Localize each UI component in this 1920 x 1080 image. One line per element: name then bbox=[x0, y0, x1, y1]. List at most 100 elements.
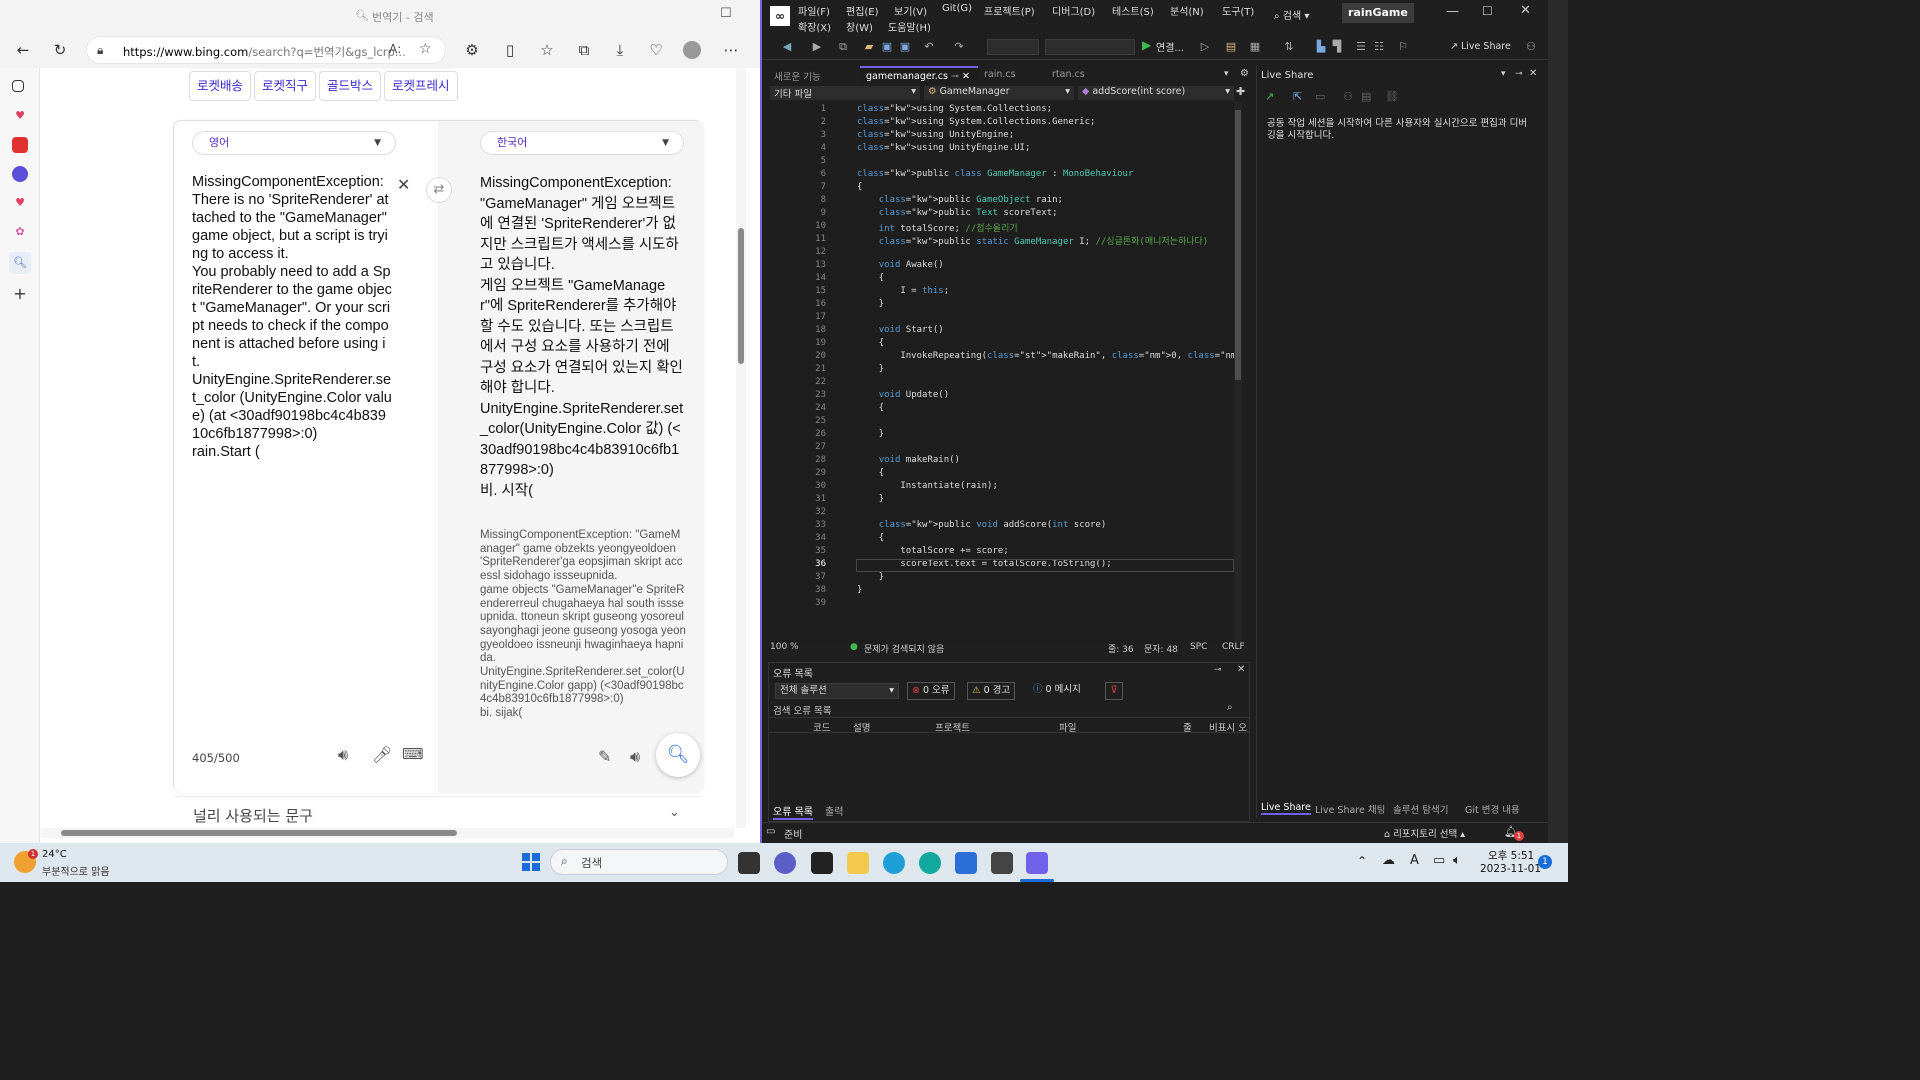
chevron-down-icon[interactable]: ⌄ bbox=[669, 805, 680, 820]
quick-link[interactable]: 골드박스 bbox=[319, 71, 382, 101]
vertical-scrollbar[interactable] bbox=[736, 68, 746, 828]
common-phrases-section[interactable]: 널리 사용되는 문구 ⌄ bbox=[173, 796, 703, 826]
code-editor[interactable]: 1 class="kw">using System.Collections; 2 cl… bbox=[768, 102, 1242, 642]
code-line[interactable]: { bbox=[857, 273, 884, 283]
share-icon[interactable]: ↗ bbox=[1265, 90, 1274, 103]
filter-icon[interactable]: ⊽ bbox=[1105, 682, 1123, 700]
toolbar-icon[interactable]: ☰ bbox=[1354, 40, 1368, 54]
favorite-star-icon[interactable]: ☆ bbox=[419, 41, 432, 57]
redo-icon[interactable]: ↷ bbox=[952, 40, 966, 54]
maximize-icon[interactable]: ☐ bbox=[720, 6, 732, 21]
menu-test[interactable]: 테스트(S) bbox=[1112, 3, 1154, 18]
microphone-icon[interactable]: 🎤︎ bbox=[372, 745, 392, 764]
link-icon[interactable]: ⛓ bbox=[1385, 90, 1399, 103]
app-icon[interactable] bbox=[919, 852, 941, 874]
code-line[interactable]: { bbox=[857, 182, 862, 192]
tab-whats-new[interactable]: 새로운 기능 bbox=[768, 66, 827, 84]
code-line[interactable]: class="kw">using UnityEngine.UI; bbox=[857, 143, 1030, 153]
bookmark-icon[interactable]: ⚐ bbox=[1396, 40, 1410, 54]
minimize-icon[interactable]: — bbox=[1446, 4, 1459, 19]
language-icon[interactable]: A bbox=[1410, 853, 1419, 868]
unity-icon[interactable] bbox=[991, 852, 1013, 874]
code-line[interactable]: void makeRain() bbox=[857, 455, 960, 465]
clear-icon[interactable]: ✕ bbox=[397, 175, 410, 194]
zoom-level[interactable]: 100 % bbox=[770, 642, 799, 652]
col-file[interactable]: 파일 bbox=[1059, 720, 1076, 734]
tab-actions-icon[interactable] bbox=[12, 80, 24, 92]
toolbar-icon[interactable]: ▜ bbox=[1330, 40, 1344, 54]
tab-error-list[interactable]: 오류 목록 bbox=[773, 803, 813, 820]
extensions-icon[interactable]: ⚙ bbox=[462, 40, 482, 60]
messages-filter[interactable]: ⓘ 0 메시지 bbox=[1029, 682, 1085, 700]
pin-icon[interactable]: ⊸ bbox=[951, 71, 959, 82]
split-screen-icon[interactable]: ▯ bbox=[500, 40, 520, 60]
code-line[interactable]: class="kw">public Text scoreText; bbox=[857, 208, 1058, 218]
clock-date[interactable]: 2023-11-01 bbox=[1480, 863, 1541, 875]
code-line[interactable]: { bbox=[857, 533, 884, 543]
app-icon[interactable] bbox=[811, 852, 833, 874]
tab-rtan[interactable]: rtan.cs bbox=[1046, 66, 1091, 84]
menu-extensions[interactable]: 확장(X) bbox=[798, 19, 831, 34]
menu-tools[interactable]: 도구(T) bbox=[1222, 3, 1254, 18]
editor-vertical-scrollbar[interactable] bbox=[1234, 102, 1242, 642]
dropdown-icon[interactable]: ▾ bbox=[1501, 69, 1506, 79]
admin-icon[interactable]: ⚇ bbox=[1524, 40, 1538, 54]
scroll-thumb[interactable] bbox=[61, 830, 457, 836]
pin-icon[interactable]: ⊸ bbox=[1515, 69, 1523, 79]
start-windows-icon[interactable] bbox=[522, 853, 540, 871]
favorites-icon[interactable]: ☆ bbox=[537, 40, 557, 60]
class-dropdown[interactable]: ⚙ GameManager ▾ bbox=[924, 86, 1074, 100]
whitespace-mode[interactable]: SPC bbox=[1190, 642, 1207, 652]
quick-link[interactable]: 로켓프레시 bbox=[384, 71, 458, 101]
browser-essentials-icon[interactable]: ♡ bbox=[646, 40, 666, 60]
code-line[interactable]: I = this; bbox=[857, 286, 949, 296]
scroll-thumb[interactable] bbox=[738, 228, 744, 364]
line-ending[interactable]: CRLF bbox=[1222, 642, 1245, 652]
code-line[interactable]: } bbox=[857, 494, 884, 504]
code-line[interactable]: { bbox=[857, 338, 884, 348]
code-line[interactable]: InvokeRepeating(class="st">"makeRain", c… bbox=[857, 351, 1242, 361]
code-line[interactable]: { bbox=[857, 403, 884, 413]
collections-icon[interactable]: ⧉ bbox=[574, 40, 594, 60]
save-all-icon[interactable]: ▣ bbox=[898, 40, 912, 54]
taskbar-search[interactable]: ⌕ 검색 bbox=[550, 849, 728, 875]
volume-icon[interactable]: 🔈︎ bbox=[1453, 853, 1461, 868]
platform-dropdown[interactable] bbox=[1045, 39, 1135, 55]
app-icon[interactable] bbox=[12, 166, 28, 182]
teams-icon[interactable] bbox=[774, 852, 796, 874]
code-line[interactable]: void Update() bbox=[857, 390, 949, 400]
split-icon[interactable]: ✚ bbox=[1236, 85, 1245, 98]
save-icon[interactable]: ▣ bbox=[880, 40, 894, 54]
close-icon[interactable]: ✕ bbox=[962, 71, 970, 82]
source-language-select[interactable]: 영어 ▼ bbox=[192, 131, 396, 155]
open-folder-icon[interactable]: ▰ bbox=[862, 40, 876, 54]
notification-badge[interactable]: 1 bbox=[1538, 855, 1552, 869]
quick-link[interactable]: 로켓배송 bbox=[189, 71, 252, 101]
code-line[interactable]: class="kw">using System.Collections; bbox=[857, 104, 1052, 114]
profile-avatar[interactable] bbox=[683, 41, 701, 59]
tab-solution-explorer[interactable]: 솔루션 탐색기 bbox=[1393, 802, 1448, 816]
network-icon[interactable]: ▭ bbox=[1433, 853, 1445, 868]
swap-languages-icon[interactable]: ⇄ bbox=[426, 177, 452, 203]
download-icon[interactable]: ⤓ bbox=[610, 40, 630, 60]
code-line[interactable]: class="kw">public class GameManager : Mo… bbox=[857, 169, 1133, 179]
scroll-thumb[interactable] bbox=[1235, 110, 1241, 380]
start-without-debug-icon[interactable]: ▷ bbox=[1198, 40, 1212, 54]
back-icon[interactable]: ← bbox=[13, 40, 33, 60]
code-line[interactable]: int totalScore; //점수올리기 bbox=[857, 221, 1018, 234]
col-description[interactable]: 설명 bbox=[853, 720, 870, 734]
chevron-up-icon[interactable]: ⌃ bbox=[1357, 854, 1367, 868]
tab-output[interactable]: 출력 bbox=[825, 803, 843, 818]
source-text[interactable]: MissingComponentException: There is no '… bbox=[192, 173, 392, 461]
close-icon[interactable]: ✕ bbox=[1529, 68, 1537, 79]
menu-window[interactable]: 창(W) bbox=[846, 19, 873, 34]
task-view-icon[interactable] bbox=[738, 852, 760, 874]
tab-live-share[interactable]: Live Share bbox=[1261, 802, 1311, 815]
speaker-icon[interactable]: 🔊︎ bbox=[338, 745, 348, 765]
code-line[interactable]: class="kw">public void addScore(int scor… bbox=[857, 520, 1107, 530]
toolbar-icon[interactable]: ▭ bbox=[1315, 90, 1325, 103]
edit-pencil-icon[interactable]: ✎ bbox=[598, 747, 611, 766]
app-icon[interactable] bbox=[12, 137, 28, 153]
code-line[interactable]: totalScore += score; bbox=[857, 546, 1008, 556]
maximize-icon[interactable]: ☐ bbox=[1482, 4, 1493, 18]
